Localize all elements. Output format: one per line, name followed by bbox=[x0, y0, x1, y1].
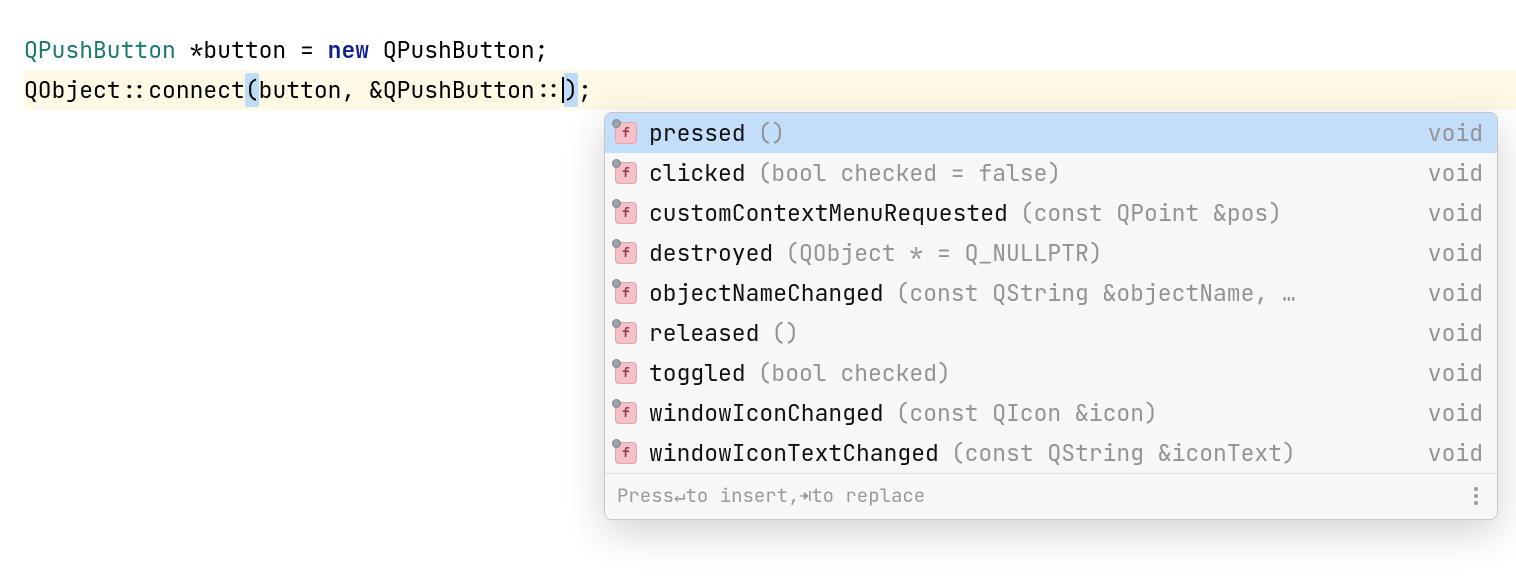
code-editor[interactable]: QPushButton *button = new QPushButton; Q… bbox=[0, 0, 1516, 110]
autocomplete-item-params: () bbox=[771, 316, 1399, 351]
token-type2: QPushButton bbox=[383, 33, 535, 68]
autocomplete-popup: f pressed () void f clicked (bool checked = fa… bbox=[604, 112, 1498, 520]
token-class: QObject bbox=[24, 73, 121, 108]
footer-text-insert: to insert, bbox=[685, 482, 799, 511]
token-arg1: button bbox=[259, 73, 342, 108]
token-open-paren: ( bbox=[245, 73, 259, 108]
function-icon: f bbox=[615, 162, 637, 184]
autocomplete-item-name: clicked bbox=[649, 156, 746, 191]
function-icon: f bbox=[615, 402, 637, 424]
autocomplete-item-params: (const QIcon &icon) bbox=[896, 396, 1400, 431]
autocomplete-item-return-type: void bbox=[1412, 276, 1483, 311]
function-icon: f bbox=[615, 202, 637, 224]
token-ident: button bbox=[203, 33, 286, 68]
enter-key-icon: ↵ bbox=[674, 482, 685, 511]
token-assign: = bbox=[286, 33, 327, 68]
autocomplete-item[interactable]: f windowIconChanged (const QIcon &icon) voi… bbox=[605, 393, 1497, 433]
function-icon: f bbox=[615, 122, 637, 144]
function-icon: f bbox=[615, 282, 637, 304]
autocomplete-item[interactable]: f pressed () void bbox=[605, 113, 1497, 153]
code-line-1: QPushButton *button = new QPushButton; bbox=[24, 30, 1516, 70]
token-argtype: QPushButton bbox=[383, 73, 535, 108]
tab-key-icon: ⇥ bbox=[799, 482, 811, 511]
autocomplete-item-name: destroyed bbox=[649, 236, 773, 271]
token-comma: , bbox=[341, 73, 369, 108]
autocomplete-item-name: windowIconChanged bbox=[649, 396, 884, 431]
autocomplete-item[interactable]: f released () void bbox=[605, 313, 1497, 353]
autocomplete-item[interactable]: f customContextMenuRequested (const QPoint… bbox=[605, 193, 1497, 233]
token-keyword-new: new bbox=[328, 33, 369, 68]
autocomplete-item[interactable]: f windowIconTextChanged (const QString &ic… bbox=[605, 433, 1497, 473]
function-icon: f bbox=[615, 242, 637, 264]
autocomplete-item-name: objectNameChanged bbox=[649, 276, 884, 311]
token-func: connect bbox=[148, 73, 245, 108]
autocomplete-list: f pressed () void f clicked (bool checked = fa… bbox=[605, 113, 1497, 473]
token-scope-err: :: bbox=[535, 72, 563, 108]
autocomplete-item-params: (const QString &iconText) bbox=[951, 436, 1400, 471]
autocomplete-item[interactable]: f clicked (bool checked = false) void bbox=[605, 153, 1497, 193]
autocomplete-footer: Press ↵ to insert, ⇥ to replace bbox=[605, 473, 1497, 519]
function-icon: f bbox=[615, 442, 637, 464]
autocomplete-item-name: pressed bbox=[649, 116, 746, 151]
code-line-2-active: QObject::connect(button, &QPushButton::)… bbox=[24, 70, 1516, 110]
autocomplete-item-name: released bbox=[649, 316, 759, 351]
token-semicolon: ; bbox=[578, 73, 592, 108]
autocomplete-item-return-type: void bbox=[1412, 156, 1483, 191]
token-star: * bbox=[176, 33, 204, 68]
token-amp: & bbox=[369, 73, 383, 108]
autocomplete-item-name: windowIconTextChanged bbox=[649, 436, 939, 471]
token-type: QPushButton bbox=[24, 33, 176, 68]
autocomplete-item[interactable]: f toggled (bool checked) void bbox=[605, 353, 1497, 393]
autocomplete-item-return-type: void bbox=[1412, 436, 1483, 471]
autocomplete-item-params: (bool checked) bbox=[758, 356, 1400, 391]
token-space bbox=[369, 33, 383, 68]
autocomplete-item-params: (bool checked = false) bbox=[758, 156, 1400, 191]
autocomplete-item[interactable]: f objectNameChanged (const QString &object… bbox=[605, 273, 1497, 313]
autocomplete-item-params: (const QPoint &pos) bbox=[1020, 196, 1400, 231]
autocomplete-item-params: (const QString &objectName, … bbox=[896, 276, 1400, 311]
autocomplete-item-return-type: void bbox=[1412, 316, 1483, 351]
token-semicolon: ; bbox=[535, 33, 549, 68]
footer-text-replace: to replace bbox=[811, 482, 925, 511]
token-close-paren: ) bbox=[564, 73, 578, 108]
autocomplete-item[interactable]: f destroyed (QObject * = Q_NULLPTR) void bbox=[605, 233, 1497, 273]
autocomplete-item-name: customContextMenuRequested bbox=[649, 196, 1008, 231]
autocomplete-item-return-type: void bbox=[1412, 236, 1483, 271]
autocomplete-item-return-type: void bbox=[1412, 116, 1483, 151]
autocomplete-item-params: (QObject * = Q_NULLPTR) bbox=[785, 236, 1400, 271]
function-icon: f bbox=[615, 322, 637, 344]
autocomplete-item-return-type: void bbox=[1412, 356, 1483, 391]
autocomplete-item-return-type: void bbox=[1412, 196, 1483, 231]
footer-text-press: Press bbox=[617, 482, 674, 511]
function-icon: f bbox=[615, 362, 637, 384]
autocomplete-item-params: () bbox=[758, 116, 1400, 151]
token-scope: :: bbox=[121, 73, 149, 108]
autocomplete-item-return-type: void bbox=[1412, 396, 1483, 431]
autocomplete-item-name: toggled bbox=[649, 356, 746, 391]
more-options-icon[interactable] bbox=[1467, 487, 1485, 505]
